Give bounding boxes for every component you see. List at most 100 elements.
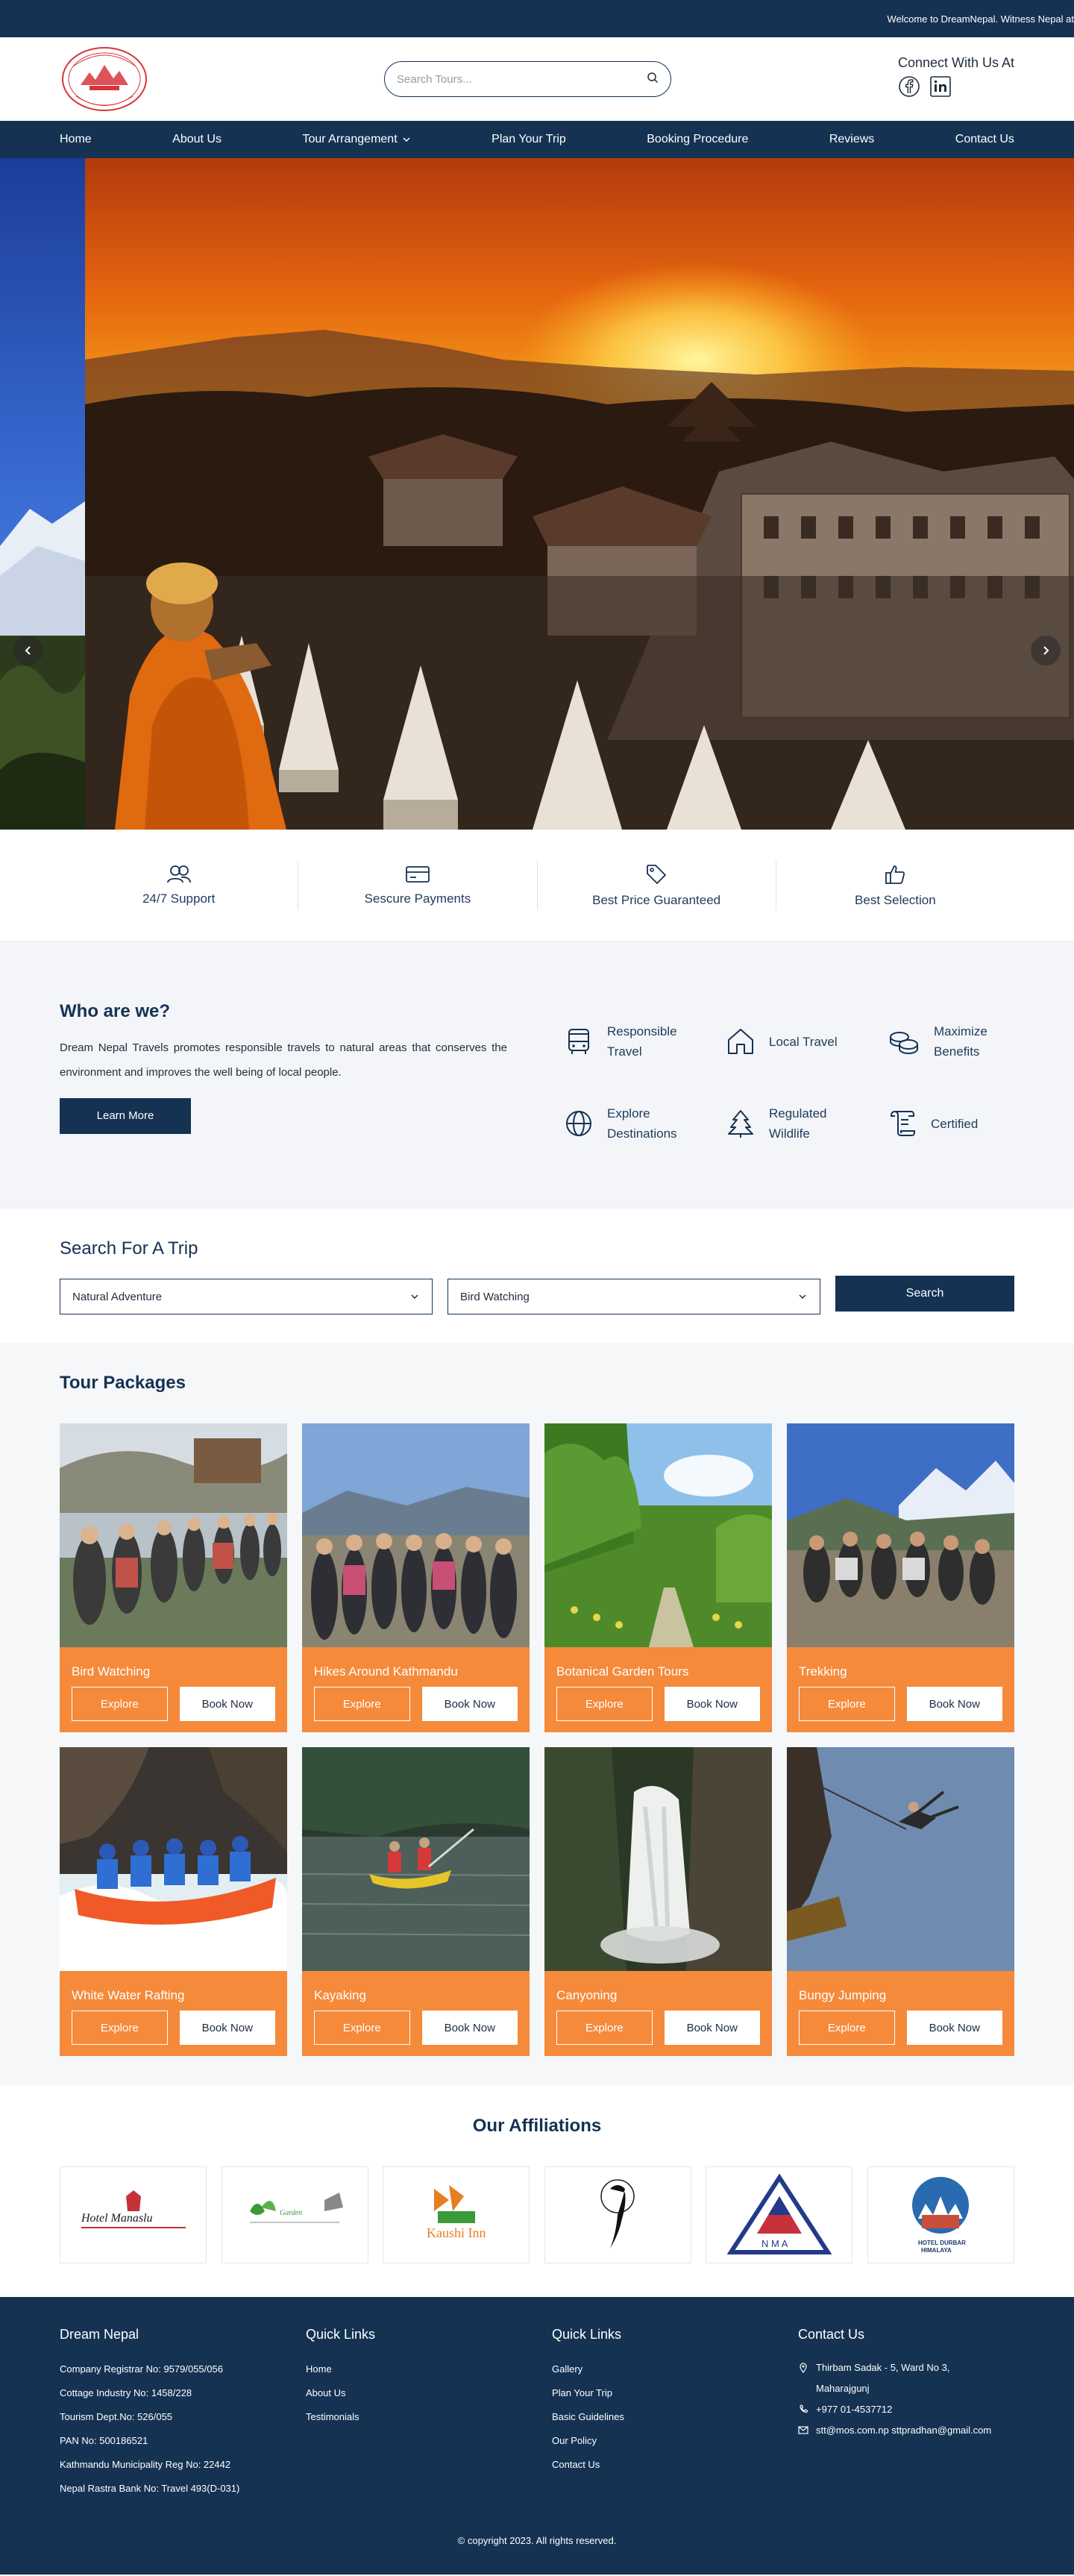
nav-tour-arrangement[interactable]: Tour Arrangement <box>302 133 410 146</box>
credit-card-icon <box>405 865 430 883</box>
value-label: Regulated Wildlife <box>769 1106 827 1141</box>
footer-link-gallery[interactable]: Gallery <box>552 2357 798 2381</box>
carousel-prev-button[interactable] <box>13 636 43 665</box>
nav-booking-procedure[interactable]: Booking Procedure <box>647 133 748 146</box>
explore-button[interactable]: Explore <box>72 2011 168 2045</box>
hero-carousel <box>0 158 1074 830</box>
value-maximize-benefits: Maximize Benefits <box>888 1019 1014 1064</box>
footer-email[interactable]: stt@mos.com.np sttpradhan@gmail.com <box>798 2420 1014 2441</box>
affiliations-logos: Hotel Manaslu Garden Kaushi Inn N M A HO… <box>60 2166 1014 2263</box>
feature-label: 24/7 Support <box>142 891 216 906</box>
tour-title: Botanical Garden Tours <box>556 1664 689 1679</box>
trip-search-button[interactable]: Search <box>835 1276 1014 1311</box>
value-responsible-travel: Responsible Travel <box>564 1019 726 1064</box>
nav-home-label: Home <box>60 133 92 145</box>
linkedin-icon[interactable] <box>929 75 952 98</box>
top-announcement-bar: Welcome to DreamNepal. Witness Nepal at <box>0 0 1074 37</box>
who-values-grid: Responsible Travel Local Travel Maximize… <box>564 1019 1014 1146</box>
footer-text: PAN No: 500186521 <box>60 2435 148 2446</box>
select-value: Natural Adventure <box>72 1290 163 1303</box>
footer-heading: Contact Us <box>798 2327 865 2342</box>
trip-category-select[interactable]: Natural Adventure <box>60 1279 433 1314</box>
book-now-button[interactable]: Book Now <box>421 1687 518 1721</box>
mail-icon <box>798 2426 808 2434</box>
footer-link-testimonials[interactable]: Testimonials <box>306 2405 552 2429</box>
connect-section: Connect With Us At <box>898 55 1014 98</box>
tour-image-botanical-garden <box>544 1423 772 1647</box>
affiliation-logo-kaushi-inn[interactable]: Kaushi Inn <box>383 2166 530 2263</box>
footer-link-policy[interactable]: Our Policy <box>552 2429 798 2453</box>
affiliations-section: Our Affiliations Hotel Manaslu Garden Ka… <box>0 2086 1074 2297</box>
main-navigation: Home About Us Tour Arrangement Plan Your… <box>0 121 1074 158</box>
book-now-button[interactable]: Book Now <box>906 1687 1002 1721</box>
footer-link-plan-trip[interactable]: Plan Your Trip <box>552 2381 798 2405</box>
book-now-button[interactable]: Book Now <box>664 1687 760 1721</box>
footer-link-home[interactable]: Home <box>306 2357 552 2381</box>
book-now-button[interactable]: Book Now <box>179 2011 275 2045</box>
book-now-button[interactable]: Book Now <box>664 2011 760 2045</box>
value-label: Maximize Benefits <box>934 1024 987 1059</box>
features-strip: 24/7 Support Sescure Payments Best Price… <box>0 830 1074 941</box>
book-now-button[interactable]: Book Now <box>179 1687 275 1721</box>
tours-title: Tour Packages <box>60 1373 186 1393</box>
footer-text: Kathmandu Municipality Reg No: 22442 <box>60 2459 231 2470</box>
book-now-button[interactable]: Book Now <box>421 2011 518 2045</box>
footer-heading: Dream Nepal <box>60 2327 139 2342</box>
phone-icon <box>800 2404 808 2413</box>
home-icon <box>728 1029 753 1054</box>
nav-contact-us[interactable]: Contact Us <box>955 133 1014 146</box>
affiliation-logo-nma[interactable]: N M A <box>706 2166 853 2263</box>
coins-icon <box>890 1032 918 1055</box>
learn-more-button[interactable]: Learn More <box>60 1098 191 1134</box>
footer-heading: Quick Links <box>306 2327 376 2342</box>
book-now-button[interactable]: Book Now <box>906 2011 1002 2045</box>
phone-text: +977 01-4537712 <box>816 2404 893 2415</box>
svg-text:HOTEL DURBAR: HOTEL DURBAR <box>918 2240 966 2246</box>
footer-address: Thirbam Sadak - 5, Ward No 3, Maharajgun… <box>798 2357 1014 2399</box>
tour-image-kayaking <box>301 1747 530 1971</box>
footer-link-about[interactable]: About Us <box>306 2381 552 2405</box>
footer-link-guidelines[interactable]: Basic Guidelines <box>552 2405 798 2429</box>
tour-image-canyoning <box>544 1747 772 1971</box>
affiliation-logo-garden[interactable]: Garden <box>221 2166 368 2263</box>
footer-link-contact[interactable]: Contact Us <box>552 2453 798 2477</box>
tour-image-bird-watching <box>60 1423 287 1647</box>
facebook-icon[interactable] <box>898 75 920 98</box>
footer-text: Tourism Dept.No: 526/055 <box>60 2411 173 2422</box>
affiliation-logo-hotel-manaslu[interactable]: Hotel Manaslu <box>60 2166 207 2263</box>
hero-main-slide-image <box>85 158 1074 830</box>
nav-tour-arrangement-label: Tour Arrangement <box>302 133 398 145</box>
search-icon[interactable] <box>647 72 659 87</box>
nav-about-us[interactable]: About Us <box>172 133 222 146</box>
tour-image-bungy-jumping <box>787 1747 1014 1971</box>
nav-home[interactable]: Home <box>60 133 92 146</box>
nav-plan-your-trip[interactable]: Plan Your Trip <box>492 133 566 146</box>
hero-side-slide-image <box>0 158 85 830</box>
location-pin-icon <box>800 2363 807 2373</box>
site-logo[interactable] <box>60 44 149 115</box>
footer-phone[interactable]: +977 01-4537712 <box>798 2399 1014 2420</box>
nav-booking-label: Booking Procedure <box>647 133 749 145</box>
tour-grid: Bird Watching Explore Book Now Hikes Aro… <box>60 1423 1014 2056</box>
explore-button[interactable]: Explore <box>72 1687 168 1721</box>
affiliation-logo-bird[interactable] <box>544 2166 691 2263</box>
affiliation-logo-hotel-durbar[interactable]: HOTEL DURBAR HIMALAYA <box>867 2166 1014 2263</box>
footer-text: Company Registrar No: 9579/055/056 <box>60 2363 223 2375</box>
search-trip-section: Search For A Trip Natural Adventure Bird… <box>0 1209 1074 1343</box>
explore-button[interactable]: Explore <box>314 1687 410 1721</box>
chevron-left-icon <box>25 646 31 655</box>
select-value: Bird Watching <box>460 1290 530 1303</box>
explore-button[interactable]: Explore <box>799 2011 895 2045</box>
tour-card: Bird Watching Explore Book Now <box>60 1423 287 1732</box>
search-input[interactable] <box>397 72 647 86</box>
nav-reviews[interactable]: Reviews <box>829 133 874 146</box>
explore-button[interactable]: Explore <box>314 2011 410 2045</box>
tour-card: Canyoning Explore Book Now <box>544 1747 772 2056</box>
footer-contact-column: Contact Us Thirbam Sadak - 5, Ward No 3,… <box>798 2327 1014 2501</box>
explore-button[interactable]: Explore <box>556 2011 653 2045</box>
carousel-next-button[interactable] <box>1031 636 1061 665</box>
explore-button[interactable]: Explore <box>799 1687 895 1721</box>
email-text: stt@mos.com.np sttpradhan@gmail.com <box>816 2425 992 2436</box>
explore-button[interactable]: Explore <box>556 1687 653 1721</box>
trip-activity-select[interactable]: Bird Watching <box>448 1279 820 1314</box>
